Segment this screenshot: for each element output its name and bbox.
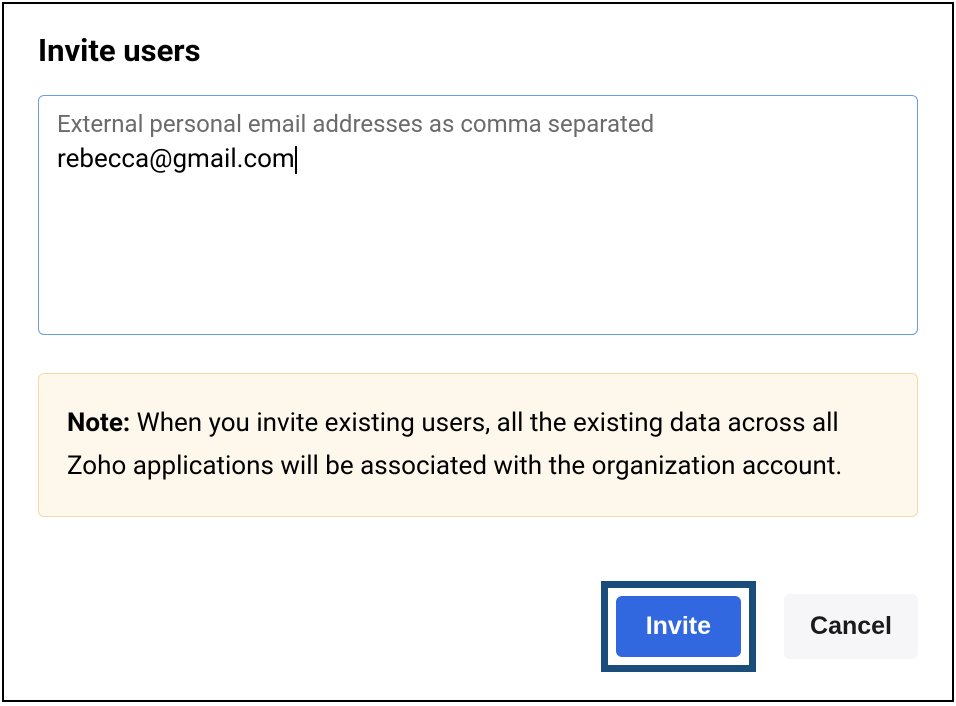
dialog-title: Invite users [38, 32, 918, 69]
note-text: Note: When you invite existing users, al… [67, 408, 842, 481]
email-input[interactable]: External personal email addresses as com… [38, 95, 918, 335]
email-input-value: rebecca@gmail.com [57, 144, 295, 174]
note-body: When you invite existing users, all the … [67, 408, 842, 481]
note-prefix: Note: [67, 408, 130, 438]
invite-button[interactable]: Invite [616, 596, 741, 657]
invite-users-dialog: Invite users External personal email add… [2, 2, 954, 702]
invite-button-highlight: Invite [601, 581, 756, 672]
note-box: Note: When you invite existing users, al… [38, 373, 918, 517]
cancel-button[interactable]: Cancel [784, 594, 918, 659]
button-row: Invite Cancel [601, 581, 918, 672]
email-input-label: External personal email addresses as com… [57, 110, 899, 138]
